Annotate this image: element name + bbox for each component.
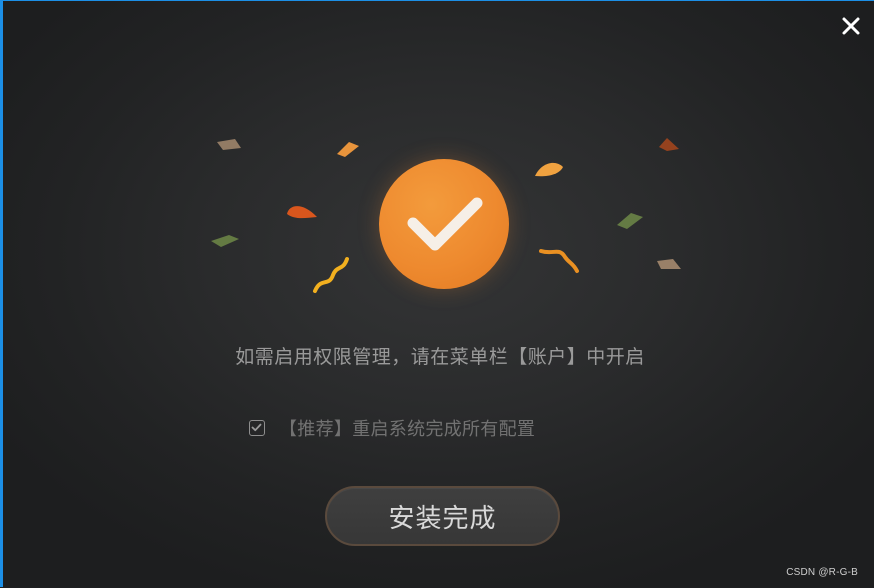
confetti-piece [217, 139, 241, 150]
confetti-piece [539, 249, 579, 273]
confetti-piece [657, 259, 681, 269]
confetti-piece [313, 257, 349, 293]
restart-option-label: 【推荐】重启系统完成所有配置 [279, 419, 536, 440]
install-complete-button[interactable]: 安装完成 [325, 486, 560, 546]
confetti-piece [337, 142, 359, 157]
permission-message: 如需启用权限管理，请在菜单栏【账户】中开启 [235, 346, 645, 368]
success-badge [379, 159, 509, 289]
close-icon [842, 17, 860, 35]
checkbox-checked-icon [251, 423, 262, 432]
check-icon [407, 197, 483, 251]
close-button[interactable] [840, 15, 862, 37]
watermark: CSDN @R-G-B [786, 567, 858, 578]
install-complete-dialog: 如需启用权限管理，请在菜单栏【账户】中开启 【推荐】重启系统完成所有配置 安装完… [0, 0, 874, 587]
confetti-piece [287, 206, 317, 219]
confetti-piece [535, 162, 563, 177]
restart-option[interactable]: 【推荐】重启系统完成所有配置 [249, 415, 535, 441]
restart-checkbox[interactable] [249, 420, 265, 436]
confetti-piece [617, 213, 643, 229]
confetti-piece [659, 138, 679, 151]
confetti-piece [211, 235, 239, 247]
